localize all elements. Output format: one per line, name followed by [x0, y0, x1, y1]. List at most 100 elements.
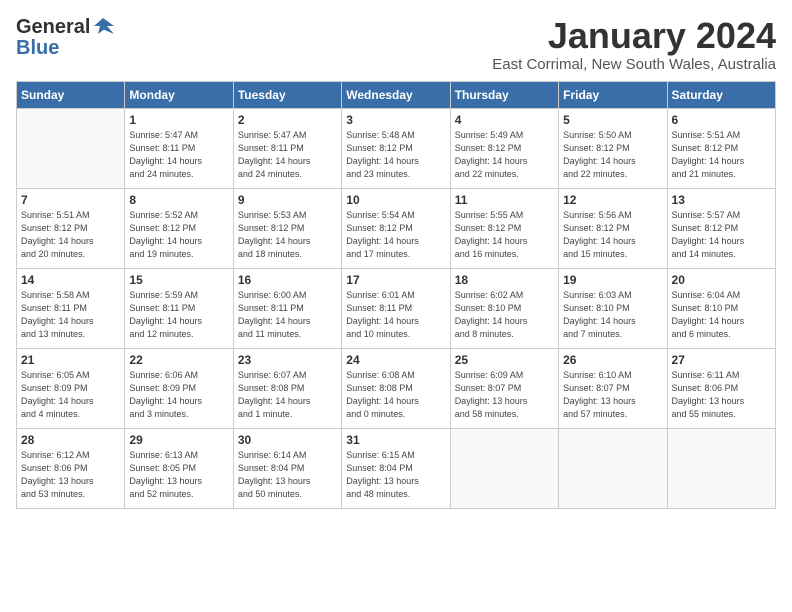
dow-header-thursday: Thursday	[450, 81, 558, 108]
dow-header-wednesday: Wednesday	[342, 81, 450, 108]
calendar-cell: 23Sunrise: 6:07 AM Sunset: 8:08 PM Dayli…	[233, 348, 341, 428]
calendar-cell	[450, 428, 558, 508]
day-number: 27	[672, 353, 771, 367]
day-info: Sunrise: 5:55 AM Sunset: 8:12 PM Dayligh…	[455, 209, 554, 261]
dow-header-tuesday: Tuesday	[233, 81, 341, 108]
dow-header-monday: Monday	[125, 81, 233, 108]
calendar-cell: 10 Sunrise: 5:54 AM Sunset: 8:12 PM Dayli…	[342, 188, 450, 268]
calendar-cell: 9 Sunrise: 5:53 AM Sunset: 8:12 PM Daylig…	[233, 188, 341, 268]
day-info: Sunrise: 5:57 AM Sunset: 8:12 PM Dayligh…	[672, 209, 771, 261]
day-number: 29	[129, 433, 228, 447]
day-info: Sunrise: 6:02 AM Sunset: 8:10 PM Dayligh…	[455, 289, 554, 341]
calendar-cell: 8 Sunrise: 5:52 AM Sunset: 8:12 PM Daylig…	[125, 188, 233, 268]
day-info: Sunrise: 6:05 AM Sunset: 8:09 PM Dayligh…	[21, 369, 120, 421]
calendar-cell: 29 Sunrise: 6:13 AM Sunset: 8:05 PM Dayli…	[125, 428, 233, 508]
month-title: January 2024	[492, 16, 776, 56]
day-number: 24	[346, 353, 445, 367]
calendar-cell	[559, 428, 667, 508]
day-info: Sunrise: 6:04 AM Sunset: 8:10 PM Dayligh…	[672, 289, 771, 341]
calendar-cell: 31 Sunrise: 6:15 AM Sunset: 8:04 PM Dayli…	[342, 428, 450, 508]
day-number: 28	[21, 433, 120, 447]
calendar-cell: 1Sunrise: 5:47 AM Sunset: 8:11 PM Daylig…	[125, 108, 233, 188]
day-number: 6	[672, 113, 771, 127]
day-info: Sunrise: 6:00 AM Sunset: 8:11 PM Dayligh…	[238, 289, 337, 341]
day-number: 16	[238, 273, 337, 287]
day-number: 1	[129, 113, 228, 127]
day-info: Sunrise: 6:08 AM Sunset: 8:08 PM Dayligh…	[346, 369, 445, 421]
day-number: 21	[21, 353, 120, 367]
day-info: Sunrise: 5:47 AM Sunset: 8:11 PM Dayligh…	[238, 129, 337, 181]
dow-header-sunday: Sunday	[17, 81, 125, 108]
calendar-cell: 28 Sunrise: 6:12 AM Sunset: 8:06 PM Dayli…	[17, 428, 125, 508]
location-title: East Corrimal, New South Wales, Australi…	[492, 56, 776, 73]
day-info: Sunrise: 6:11 AM Sunset: 8:06 PM Dayligh…	[672, 369, 771, 421]
calendar-cell: 11 Sunrise: 5:55 AM Sunset: 8:12 PM Dayli…	[450, 188, 558, 268]
day-info: Sunrise: 5:48 AM Sunset: 8:12 PM Dayligh…	[346, 129, 445, 181]
calendar-cell: 6Sunrise: 5:51 AM Sunset: 8:12 PM Daylig…	[667, 108, 775, 188]
header: General Blue January 2024 East Corrimal,…	[16, 16, 776, 73]
calendar-cell	[17, 108, 125, 188]
calendar-cell: 5 Sunrise: 5:50 AM Sunset: 8:12 PM Daylig…	[559, 108, 667, 188]
calendar-table: SundayMondayTuesdayWednesdayThursdayFrid…	[16, 81, 776, 509]
logo-general-text: General	[16, 17, 90, 37]
day-number: 15	[129, 273, 228, 287]
calendar-cell: 15 Sunrise: 5:59 AM Sunset: 8:11 PM Dayli…	[125, 268, 233, 348]
day-info: Sunrise: 6:14 AM Sunset: 8:04 PM Dayligh…	[238, 449, 337, 501]
calendar-cell: 16 Sunrise: 6:00 AM Sunset: 8:11 PM Dayli…	[233, 268, 341, 348]
day-info: Sunrise: 6:03 AM Sunset: 8:10 PM Dayligh…	[563, 289, 662, 341]
calendar-cell: 30 Sunrise: 6:14 AM Sunset: 8:04 PM Dayli…	[233, 428, 341, 508]
title-area: January 2024 East Corrimal, New South Wa…	[492, 16, 776, 73]
day-info: Sunrise: 6:01 AM Sunset: 8:11 PM Dayligh…	[346, 289, 445, 341]
day-info: Sunrise: 5:59 AM Sunset: 8:11 PM Dayligh…	[129, 289, 228, 341]
calendar-cell: 27 Sunrise: 6:11 AM Sunset: 8:06 PM Dayli…	[667, 348, 775, 428]
dow-header-friday: Friday	[559, 81, 667, 108]
calendar-cell: 25 Sunrise: 6:09 AM Sunset: 8:07 PM Dayli…	[450, 348, 558, 428]
day-number: 17	[346, 273, 445, 287]
day-info: Sunrise: 6:06 AM Sunset: 8:09 PM Dayligh…	[129, 369, 228, 421]
logo-bird-icon	[92, 16, 114, 38]
day-info: Sunrise: 6:15 AM Sunset: 8:04 PM Dayligh…	[346, 449, 445, 501]
day-number: 11	[455, 193, 554, 207]
calendar-cell: 20 Sunrise: 6:04 AM Sunset: 8:10 PM Dayli…	[667, 268, 775, 348]
day-info: Sunrise: 5:52 AM Sunset: 8:12 PM Dayligh…	[129, 209, 228, 261]
day-number: 20	[672, 273, 771, 287]
day-info: Sunrise: 5:51 AM Sunset: 8:12 PM Dayligh…	[21, 209, 120, 261]
day-info: Sunrise: 5:53 AM Sunset: 8:12 PM Dayligh…	[238, 209, 337, 261]
day-number: 7	[21, 193, 120, 207]
calendar-cell: 18 Sunrise: 6:02 AM Sunset: 8:10 PM Dayli…	[450, 268, 558, 348]
day-number: 31	[346, 433, 445, 447]
day-number: 4	[455, 113, 554, 127]
dow-header-saturday: Saturday	[667, 81, 775, 108]
day-number: 30	[238, 433, 337, 447]
day-info: Sunrise: 5:54 AM Sunset: 8:12 PM Dayligh…	[346, 209, 445, 261]
calendar-cell: 7 Sunrise: 5:51 AM Sunset: 8:12 PM Daylig…	[17, 188, 125, 268]
calendar-cell	[667, 428, 775, 508]
day-number: 8	[129, 193, 228, 207]
day-number: 3	[346, 113, 445, 127]
calendar-cell: 19 Sunrise: 6:03 AM Sunset: 8:10 PM Dayli…	[559, 268, 667, 348]
logo-blue-text: Blue	[16, 38, 114, 58]
day-info: Sunrise: 5:50 AM Sunset: 8:12 PM Dayligh…	[563, 129, 662, 181]
calendar-cell: 3 Sunrise: 5:48 AM Sunset: 8:12 PM Daylig…	[342, 108, 450, 188]
calendar-cell: 2Sunrise: 5:47 AM Sunset: 8:11 PM Daylig…	[233, 108, 341, 188]
day-number: 14	[21, 273, 120, 287]
calendar-cell: 21 Sunrise: 6:05 AM Sunset: 8:09 PM Dayli…	[17, 348, 125, 428]
calendar-cell: 14 Sunrise: 5:58 AM Sunset: 8:11 PM Dayli…	[17, 268, 125, 348]
day-info: Sunrise: 5:58 AM Sunset: 8:11 PM Dayligh…	[21, 289, 120, 341]
calendar-cell: 12Sunrise: 5:56 AM Sunset: 8:12 PM Dayli…	[559, 188, 667, 268]
day-number: 19	[563, 273, 662, 287]
day-number: 10	[346, 193, 445, 207]
day-info: Sunrise: 5:56 AM Sunset: 8:12 PM Dayligh…	[563, 209, 662, 261]
day-number: 9	[238, 193, 337, 207]
day-number: 5	[563, 113, 662, 127]
day-info: Sunrise: 5:49 AM Sunset: 8:12 PM Dayligh…	[455, 129, 554, 181]
day-info: Sunrise: 6:12 AM Sunset: 8:06 PM Dayligh…	[21, 449, 120, 501]
calendar-cell: 4 Sunrise: 5:49 AM Sunset: 8:12 PM Daylig…	[450, 108, 558, 188]
day-number: 13	[672, 193, 771, 207]
day-number: 18	[455, 273, 554, 287]
calendar-cell: 26Sunrise: 6:10 AM Sunset: 8:07 PM Dayli…	[559, 348, 667, 428]
day-info: Sunrise: 6:09 AM Sunset: 8:07 PM Dayligh…	[455, 369, 554, 421]
day-number: 25	[455, 353, 554, 367]
day-number: 23	[238, 353, 337, 367]
day-info: Sunrise: 6:13 AM Sunset: 8:05 PM Dayligh…	[129, 449, 228, 501]
